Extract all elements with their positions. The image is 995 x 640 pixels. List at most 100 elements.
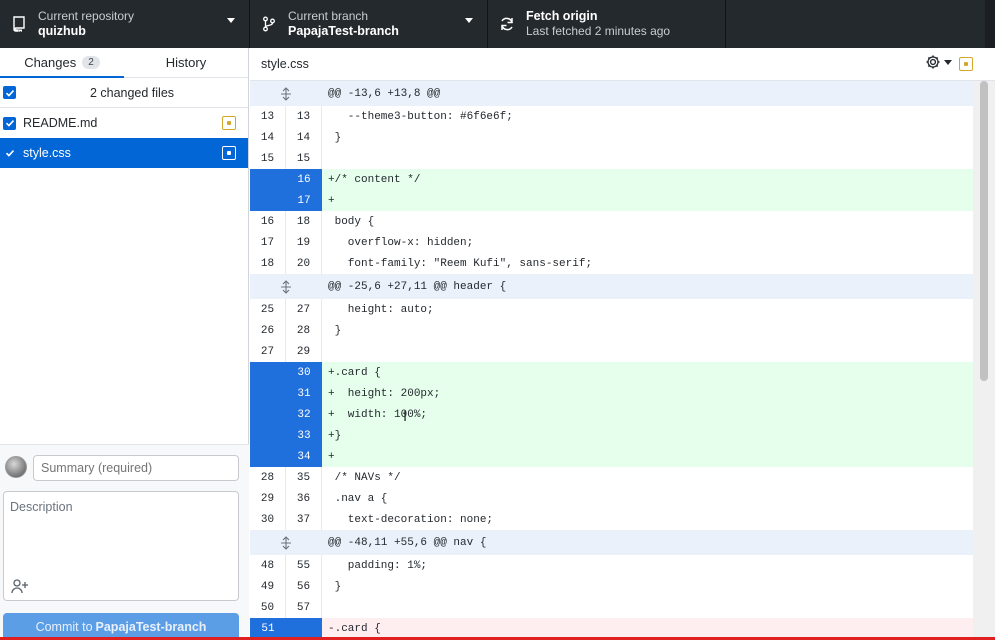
new-line-number: 17: [286, 190, 322, 211]
diff-line[interactable]: 51 -.card {: [250, 618, 973, 639]
new-line-number: 57: [286, 597, 322, 618]
file-checkbox[interactable]: [3, 147, 16, 160]
code-text: /* NAVs */: [322, 467, 973, 488]
diff-pane: style.css @@ -13,6 +13,8 @@ 13 13 --theme3…: [250, 48, 995, 640]
file-row-style-css[interactable]: style.css: [0, 138, 248, 168]
branch-name: PapajaTest-branch: [288, 24, 399, 38]
diff-line[interactable]: 30 +.card {: [250, 362, 973, 383]
file-name: style.css: [23, 146, 71, 160]
old-line-number: 48: [250, 555, 286, 576]
old-line-number: 16: [250, 211, 286, 232]
diff-line[interactable]: 49 56 }: [250, 576, 973, 597]
hunk-header[interactable]: @@ -13,6 +13,8 @@: [250, 81, 973, 106]
new-line-number: 36: [286, 488, 322, 509]
diff-line[interactable]: 13 13 --theme3-button: #6f6e6f;: [250, 106, 973, 127]
diff-line[interactable]: 14 14 }: [250, 127, 973, 148]
file-checkbox[interactable]: [3, 116, 16, 130]
new-line-number: 16: [286, 169, 322, 190]
hunk-header-text: @@ -48,11 +55,6 @@ nav {: [322, 530, 973, 555]
changes-count-badge: 2: [82, 56, 100, 69]
diff-line[interactable]: 25 27 height: auto;: [250, 299, 973, 320]
sidebar-tabs: Changes 2 History: [0, 48, 248, 78]
code-text: }: [322, 127, 973, 148]
new-line-number: 35: [286, 467, 322, 488]
repository-selector[interactable]: Current repository quizhub: [0, 0, 250, 48]
diff-line[interactable]: 17 19 overflow-x: hidden;: [250, 232, 973, 253]
changed-files-label: 2 changed files: [89, 85, 175, 100]
diff-line[interactable]: 33 +}: [250, 425, 973, 446]
code-text: overflow-x: hidden;: [322, 232, 973, 253]
diff-line[interactable]: 29 36 .nav a {: [250, 488, 973, 509]
old-line-number: 14: [250, 127, 286, 148]
add-coauthor-icon[interactable]: [11, 578, 29, 594]
select-all-checkbox[interactable]: [3, 86, 16, 99]
hunk-header[interactable]: @@ -48,11 +55,6 @@ nav {: [250, 530, 973, 555]
commit-button-branch: PapajaTest-branch: [95, 620, 207, 634]
old-line-number: [250, 362, 286, 383]
description-field[interactable]: Description: [3, 491, 239, 601]
new-line-number: 14: [286, 127, 322, 148]
branch-selector[interactable]: Current branch PapajaTest-branch: [250, 0, 488, 48]
old-line-number: 15: [250, 148, 286, 169]
code-text: padding: 1%;: [322, 555, 973, 576]
vertical-scrollbar[interactable]: [973, 81, 995, 640]
new-line-number: 29: [286, 341, 322, 362]
diff-line[interactable]: 17 +: [250, 190, 973, 211]
old-line-number: [250, 404, 286, 425]
old-line-number: 50: [250, 597, 286, 618]
old-line-number: 30: [250, 509, 286, 530]
old-line-number: [250, 190, 286, 211]
diff-view[interactable]: @@ -13,6 +13,8 @@ 13 13 --theme3-button: #…: [250, 81, 973, 640]
code-text: +: [322, 446, 973, 467]
file-row-readme[interactable]: README.md: [0, 108, 248, 138]
diff-line[interactable]: 26 28 }: [250, 320, 973, 341]
new-line-number: 19: [286, 232, 322, 253]
expand-hunk-icon[interactable]: [250, 274, 322, 299]
diff-line[interactable]: 34 +: [250, 446, 973, 467]
diff-line[interactable]: 31 + height: 200px;: [250, 383, 973, 404]
new-line-number: 34: [286, 446, 322, 467]
expand-hunk-icon[interactable]: [250, 530, 322, 555]
diff-line[interactable]: 50 57: [250, 597, 973, 618]
diff-line[interactable]: 30 37 text-decoration: none;: [250, 509, 973, 530]
old-line-number: 18: [250, 253, 286, 274]
code-text: [322, 341, 973, 362]
chevron-down-icon: [944, 59, 952, 65]
old-line-number: 13: [250, 106, 286, 127]
code-text: +: [322, 190, 973, 211]
fetch-origin-button[interactable]: Fetch origin Last fetched 2 minutes ago: [488, 0, 726, 48]
diff-line[interactable]: 28 35 /* NAVs */: [250, 467, 973, 488]
diff-line[interactable]: 18 20 font-family: "Reem Kufi", sans-seri…: [250, 253, 973, 274]
scrollbar-thumb[interactable]: [980, 81, 988, 381]
diff-line[interactable]: 16 +/* content */: [250, 169, 973, 190]
old-line-number: [250, 169, 286, 190]
old-line-number: [250, 383, 286, 404]
github-desktop-window: Current repository quizhub Current branc…: [0, 0, 995, 640]
summary-input[interactable]: [33, 455, 239, 481]
diff-settings-button[interactable]: [925, 54, 952, 70]
modified-icon: [959, 57, 973, 71]
diff-line[interactable]: 27 29: [250, 341, 973, 362]
old-line-number: 51: [250, 618, 286, 639]
tab-history[interactable]: History: [124, 48, 248, 77]
sync-icon: [498, 15, 516, 33]
diff-line[interactable]: 48 55 padding: 1%;: [250, 555, 973, 576]
repo-name: quizhub: [38, 24, 86, 38]
code-text: --theme3-button: #6f6e6f;: [322, 106, 973, 127]
hunk-header[interactable]: @@ -25,6 +27,11 @@ header {: [250, 274, 973, 299]
code-text: }: [322, 320, 973, 341]
code-text: +}: [322, 425, 973, 446]
diff-line[interactable]: 32 + width: 100%;: [250, 404, 973, 425]
code-text: .nav a {: [322, 488, 973, 509]
commit-button[interactable]: Commit to PapajaTest-branch: [3, 613, 239, 640]
old-line-number: 25: [250, 299, 286, 320]
diff-line[interactable]: 16 18 body {: [250, 211, 973, 232]
old-line-number: 26: [250, 320, 286, 341]
code-text: [322, 597, 973, 618]
expand-hunk-icon[interactable]: [250, 81, 322, 106]
tab-changes[interactable]: Changes 2: [0, 48, 124, 78]
repo-icon: [10, 15, 28, 33]
check-icon: [5, 120, 14, 127]
diff-line[interactable]: 15 15: [250, 148, 973, 169]
new-line-number: 37: [286, 509, 322, 530]
